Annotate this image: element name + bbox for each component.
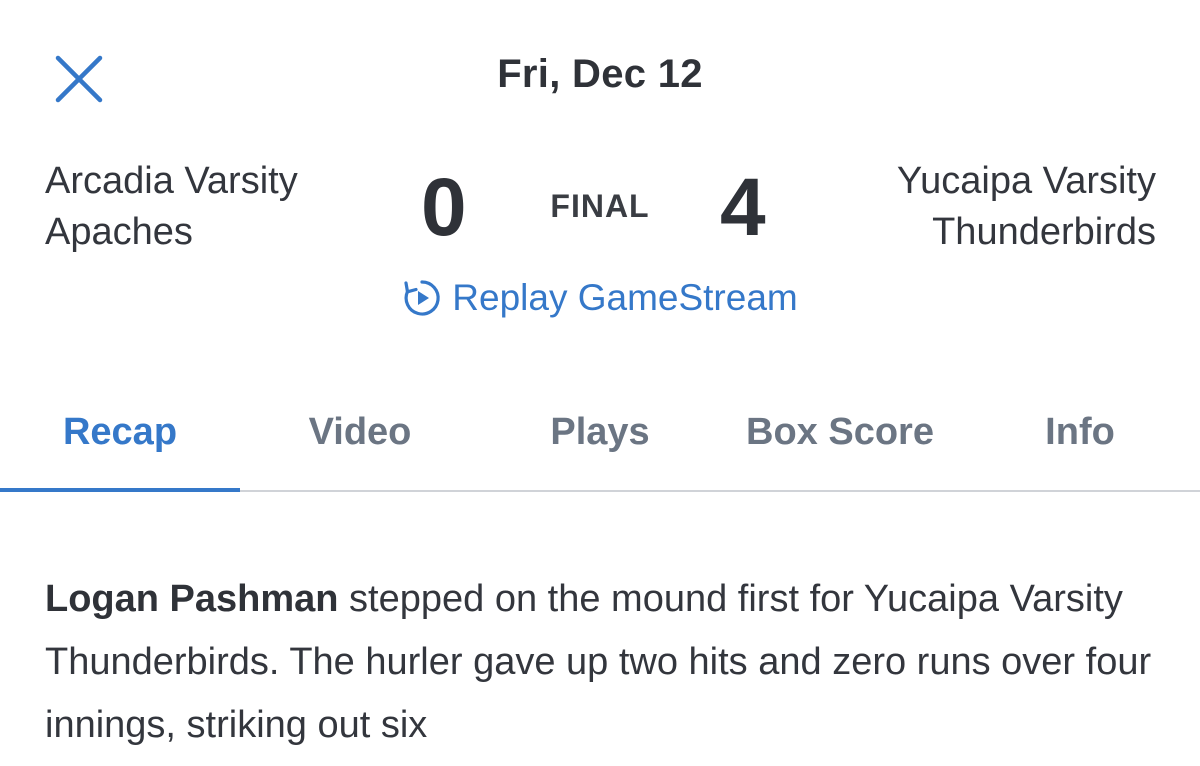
home-team-name: Arcadia Varsity Apaches	[45, 160, 298, 253]
game-status: FINAL	[550, 188, 650, 224]
replay-label: Replay GameStream	[452, 277, 798, 318]
away-team-name: Yucaipa Varsity Thunderbirds	[896, 160, 1156, 253]
tab-video[interactable]: Video	[240, 400, 480, 490]
tab-bar: Recap Video Plays Box Score Info	[0, 400, 1200, 492]
tab-plays[interactable]: Plays	[480, 400, 720, 490]
recap-text: Logan Pashman stepped on the mound first…	[45, 568, 1165, 757]
tab-info[interactable]: Info	[960, 400, 1200, 490]
game-recap-screen: Fri, Dec 12 Arcadia Varsity Apaches 0 FI…	[0, 0, 1200, 766]
tab-recap[interactable]: Recap	[0, 400, 240, 492]
replay-icon	[402, 278, 442, 318]
away-score: 4	[720, 162, 766, 253]
tab-box-score[interactable]: Box Score	[720, 400, 960, 490]
page-title: Fri, Dec 12	[497, 52, 703, 96]
home-score: 0	[421, 162, 467, 253]
player-name: Logan Pashman	[45, 578, 339, 620]
replay-gamestream-link[interactable]: Replay GameStream	[0, 277, 1200, 319]
